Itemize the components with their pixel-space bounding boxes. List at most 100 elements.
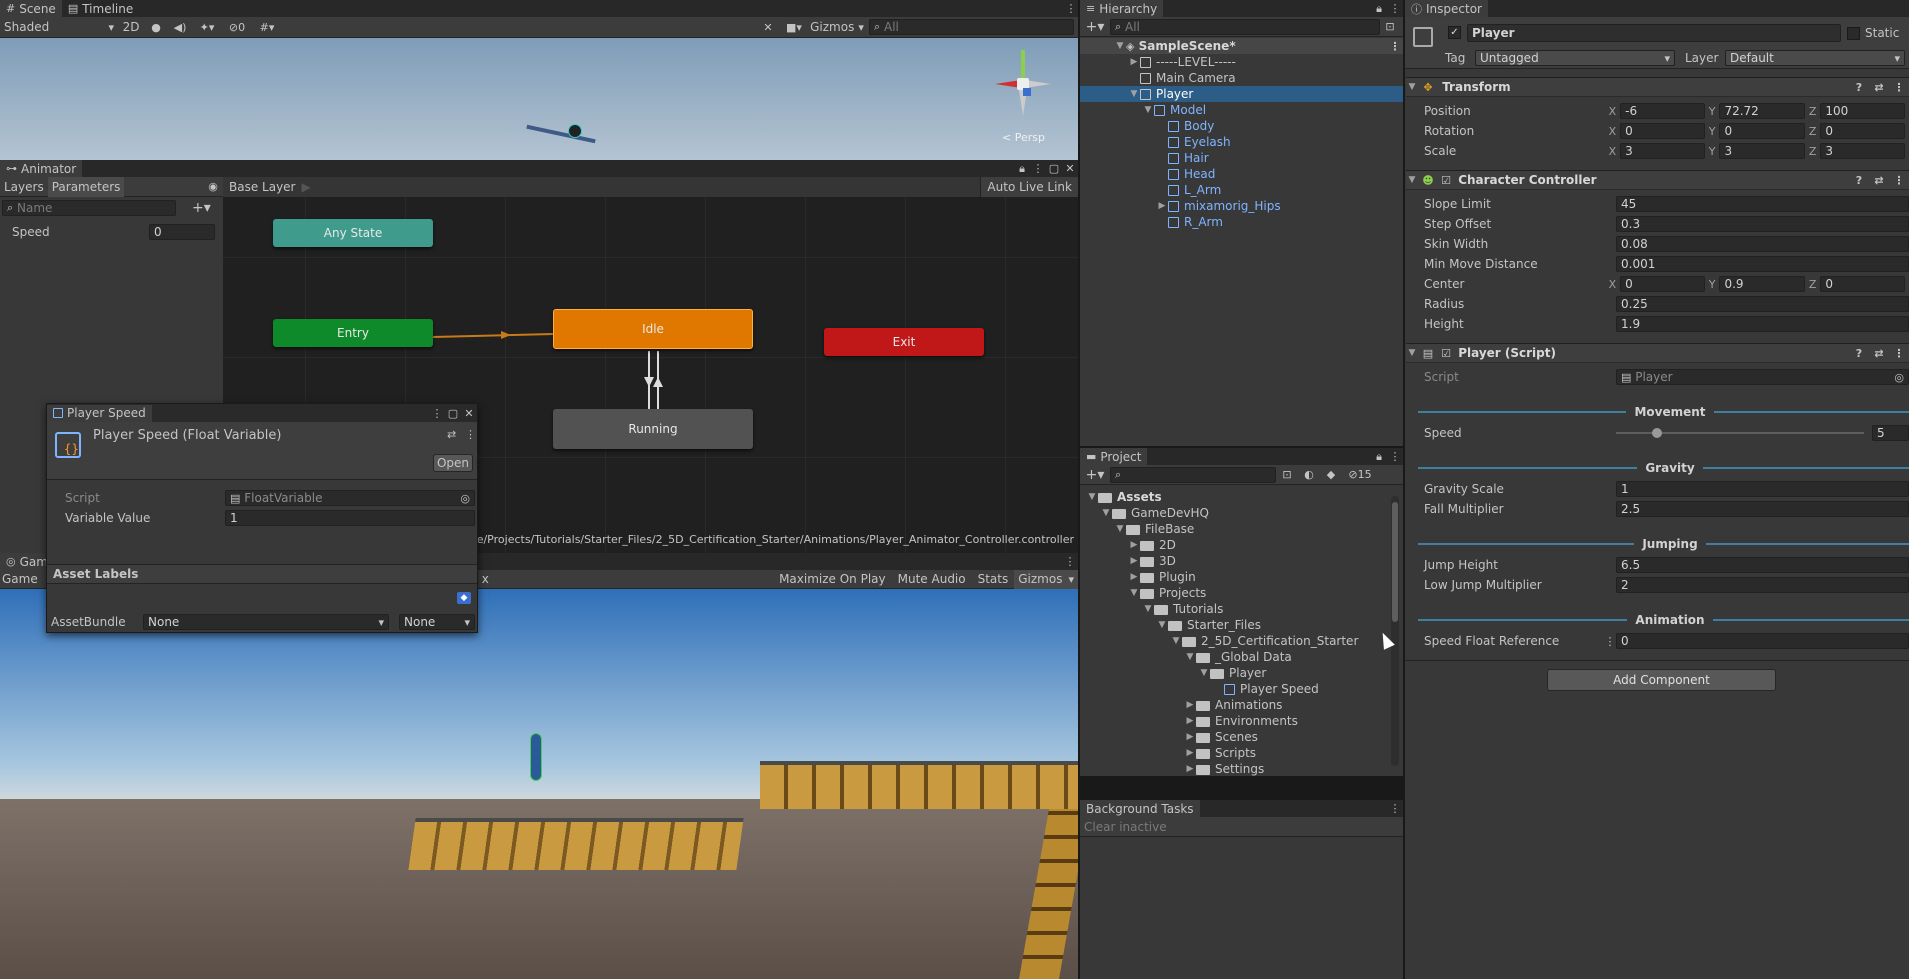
expander-icon[interactable]: ▼ xyxy=(1170,636,1182,646)
more-icon[interactable]: ⋮ xyxy=(1387,802,1403,815)
hierarchy-item[interactable]: R_Arm xyxy=(1080,214,1403,230)
scene-search-input[interactable]: ⌕ All xyxy=(869,19,1074,35)
running-node[interactable]: Running xyxy=(553,409,753,449)
help-icon[interactable]: ? xyxy=(1849,81,1869,94)
asset-item[interactable]: Player Speed xyxy=(1080,681,1390,697)
folder-item[interactable]: ▼ Tutorials xyxy=(1080,601,1390,617)
expander-icon[interactable]: ▼ xyxy=(1156,620,1168,630)
parameter-search-input[interactable]: ⌕ Name xyxy=(2,200,176,216)
more-icon[interactable]: ⋮ xyxy=(1889,174,1909,187)
expander-icon[interactable]: ▼ xyxy=(1128,588,1140,598)
tab-layers[interactable]: Layers xyxy=(0,177,48,197)
folder-item[interactable]: ▼ Starter_Files xyxy=(1080,617,1390,633)
hierarchy-item[interactable]: Eyelash xyxy=(1080,134,1403,150)
filter-icon[interactable]: ⊡ xyxy=(1380,20,1400,33)
project-scrollbar-thumb[interactable] xyxy=(1392,502,1398,622)
scene-root-row[interactable]: ▼ ◈ SampleScene* ⋮ xyxy=(1080,38,1403,54)
persp-label[interactable]: < Persp xyxy=(1002,131,1045,144)
object-name-input[interactable]: Player xyxy=(1467,24,1841,42)
scale-y-input[interactable]: 3 xyxy=(1719,143,1805,159)
character-controller-header[interactable]: ▼ ☻ ☑ Character Controller ? ⇄ ⋮ xyxy=(1406,170,1909,190)
scale-x-input[interactable]: 3 xyxy=(1620,143,1705,159)
game-display-dropdown[interactable]: Game xyxy=(0,572,40,586)
expander-icon[interactable]: ▶ xyxy=(1128,540,1140,550)
more-icon[interactable]: ⋮ xyxy=(1604,635,1616,648)
tools-icon[interactable]: ✕ xyxy=(757,21,779,34)
more-icon[interactable]: ⋮ xyxy=(1064,2,1078,15)
tab-project[interactable]: ▬ Project xyxy=(1080,448,1148,465)
more-icon[interactable]: ⋮ xyxy=(1387,40,1403,53)
more-icon[interactable]: ⋮ xyxy=(1030,162,1046,175)
lock-icon[interactable]: 🔒︎ xyxy=(1371,450,1387,464)
expander-icon[interactable]: ▶ xyxy=(1184,700,1196,710)
expander-icon[interactable]: ▼ xyxy=(1184,652,1196,662)
expander-icon[interactable]: ▼ xyxy=(1128,89,1140,99)
more-icon[interactable]: ⋮ xyxy=(1889,81,1909,94)
position-y-input[interactable]: 72.72 xyxy=(1719,103,1805,119)
open-button[interactable]: Open xyxy=(433,454,473,472)
folder-item[interactable]: ▶ Scenes xyxy=(1080,729,1390,745)
height-input[interactable]: 1.9 xyxy=(1616,316,1909,332)
skin-width-input[interactable]: 0.08 xyxy=(1616,236,1909,252)
tag-dropdown[interactable]: Untagged ▾ xyxy=(1475,50,1675,66)
tab-hierarchy[interactable]: ≡ Hierarchy xyxy=(1080,0,1164,17)
preset-icon[interactable]: ⇄ xyxy=(1869,347,1889,360)
add-parameter-button[interactable]: +▾ xyxy=(192,200,211,216)
min-move-distance-input[interactable]: 0.001 xyxy=(1616,256,1909,272)
speed-slider[interactable] xyxy=(1616,425,1864,441)
hierarchy-item[interactable]: ▼ Model xyxy=(1080,102,1403,118)
2d-toggle[interactable]: 2D xyxy=(118,20,144,34)
position-x-input[interactable]: -6 xyxy=(1620,103,1705,119)
expander-icon[interactable]: ▼ xyxy=(1100,508,1112,518)
folder-item[interactable]: ▶ Scripts xyxy=(1080,745,1390,761)
type-filter-icon[interactable]: ◐ xyxy=(1298,468,1320,481)
active-checkbox[interactable]: ✓ xyxy=(1448,26,1461,39)
exit-node[interactable]: Exit xyxy=(824,328,984,356)
shading-dropdown[interactable]: Shaded ▾ xyxy=(0,20,118,34)
preset-icon[interactable]: ⇄ xyxy=(1869,81,1889,94)
folder-item[interactable]: ▼ 2_5D_Certification_Starter xyxy=(1080,633,1390,649)
help-icon[interactable]: ? xyxy=(1849,174,1869,187)
folder-item[interactable]: ▼ Projects xyxy=(1080,585,1390,601)
hierarchy-item[interactable]: ▶ -----LEVEL----- xyxy=(1080,54,1403,70)
tab-scene[interactable]: # Scene xyxy=(0,0,62,17)
maximize-on-play-toggle[interactable]: Maximize On Play xyxy=(773,570,892,589)
expander-icon[interactable]: ▶ xyxy=(1184,764,1196,774)
label-filter-icon[interactable]: ◆ xyxy=(1320,468,1342,481)
more-icon[interactable]: ⋮ xyxy=(1387,2,1403,15)
more-icon[interactable]: ⋮ xyxy=(1062,555,1078,568)
expander-icon[interactable]: ▶ xyxy=(1156,201,1168,211)
rotation-x-input[interactable]: 0 xyxy=(1620,123,1705,139)
label-tag-icon[interactable]: ◆ xyxy=(457,592,471,604)
speed-float-reference-input[interactable]: 0 xyxy=(1616,633,1909,649)
layer-dropdown[interactable]: Default ▾ xyxy=(1725,50,1905,66)
add-icon[interactable]: +▾ xyxy=(1080,19,1110,35)
folder-item[interactable]: ▼ Assets xyxy=(1080,489,1390,505)
rotation-z-input[interactable]: 0 xyxy=(1820,123,1905,139)
center-z-input[interactable]: 0 xyxy=(1820,276,1905,292)
expander-icon[interactable]: ▶ xyxy=(1128,556,1140,566)
effects-icon[interactable]: ✦▾ xyxy=(192,21,222,34)
enabled-checkbox-icon[interactable]: ☑ xyxy=(1438,174,1454,187)
assetbundle-name-dropdown[interactable]: None ▾ xyxy=(143,614,389,630)
orientation-gizmo[interactable] xyxy=(985,50,1059,120)
folder-item[interactable]: ▶ Environments xyxy=(1080,713,1390,729)
expander-icon[interactable]: ▶ xyxy=(1128,572,1140,582)
game-gizmos-toggle[interactable]: Gizmos ▾ xyxy=(1014,569,1078,589)
folder-item[interactable]: ▶ Animations xyxy=(1080,697,1390,713)
scale-z-input[interactable]: 3 xyxy=(1820,143,1905,159)
lock-icon[interactable]: 🔒︎ xyxy=(1371,2,1387,16)
expander-icon[interactable]: ▼ xyxy=(1142,604,1154,614)
speed-slider-thumb[interactable] xyxy=(1651,428,1662,438)
more-icon[interactable]: ⋮ xyxy=(1387,450,1403,463)
close-icon[interactable]: ✕ xyxy=(1062,162,1078,175)
hidden-icon[interactable]: ⊘ 0 xyxy=(222,21,252,34)
lock-icon[interactable]: 🔒︎ xyxy=(1014,162,1030,176)
preset-icon[interactable]: ⇄ xyxy=(447,428,456,441)
static-checkbox[interactable] xyxy=(1847,27,1860,40)
close-icon[interactable]: ✕ xyxy=(461,407,477,420)
rotation-y-input[interactable]: 0 xyxy=(1719,123,1805,139)
add-component-button[interactable]: Add Component xyxy=(1547,669,1776,691)
folder-item[interactable]: ▶ Plugin xyxy=(1080,569,1390,585)
mute-audio-toggle[interactable]: Mute Audio xyxy=(892,570,972,589)
